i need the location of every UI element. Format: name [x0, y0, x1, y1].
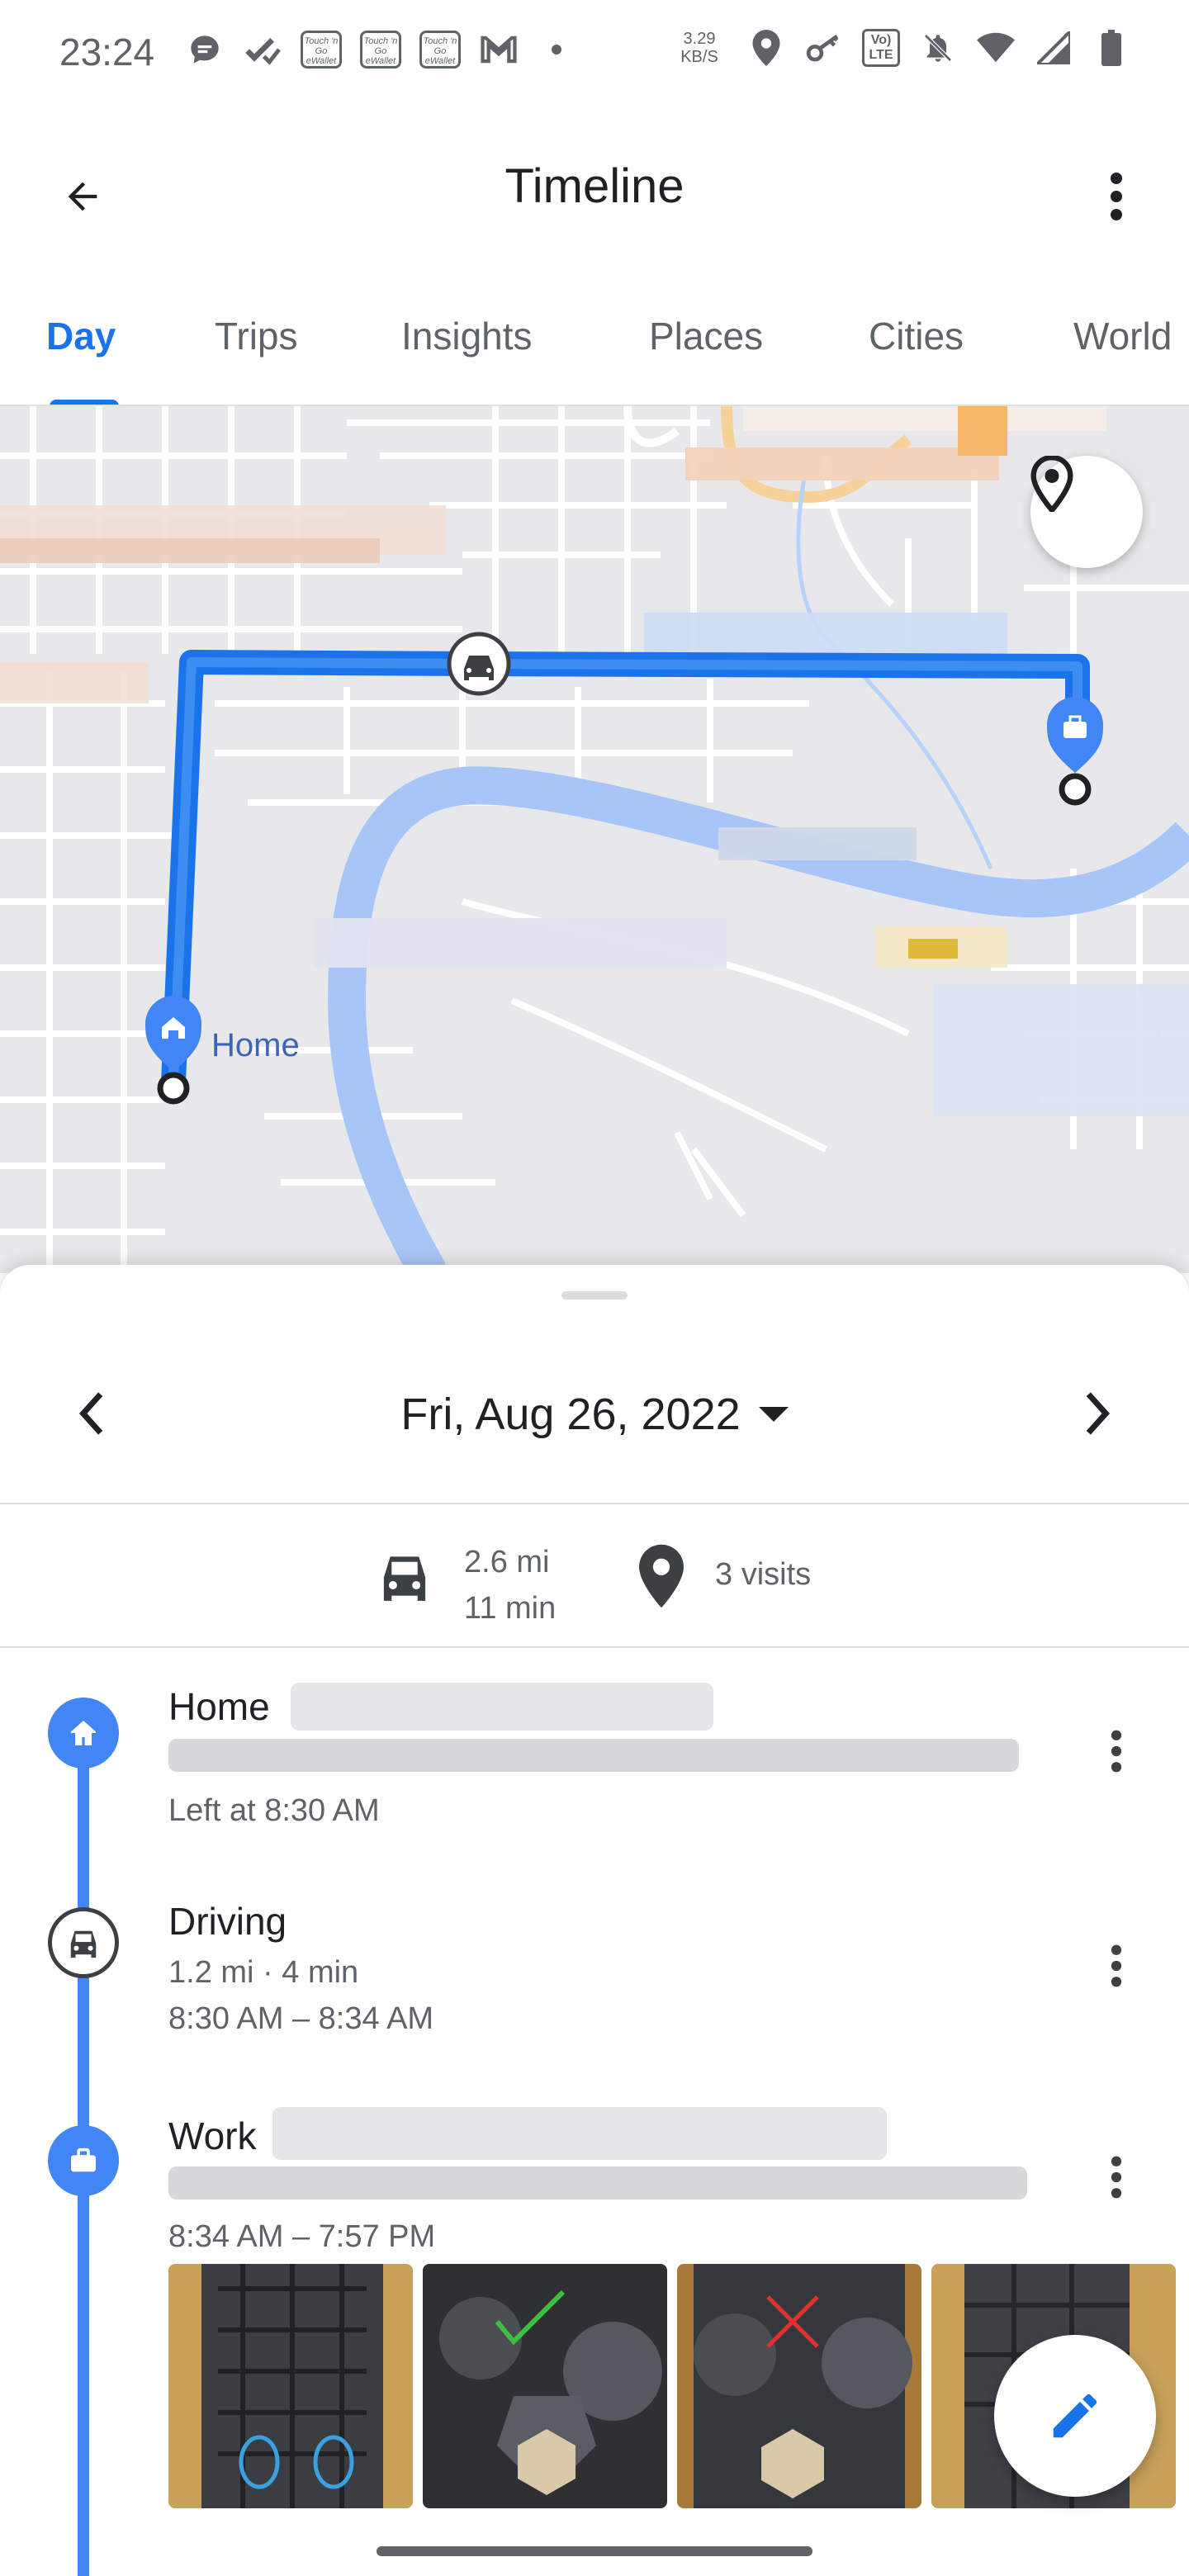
entry-title: Driving [168, 1900, 287, 1943]
gmail-icon [479, 30, 519, 69]
entry-distance-duration: 1.2 mi · 4 min [168, 1955, 359, 1990]
dot-icon [537, 30, 576, 69]
chevron-right-icon [1086, 1392, 1111, 1435]
location-icon [746, 28, 786, 68]
visits-count: 3 visits [715, 1557, 812, 1592]
tab-cities[interactable]: Cities [869, 314, 964, 358]
dropdown-arrow-icon [758, 1406, 789, 1422]
map-locations-button[interactable] [1030, 456, 1143, 568]
tab-world[interactable]: World [1073, 314, 1172, 358]
touchngo-icon: Touch 'n Go eWallet [360, 31, 401, 69]
map-home-label: Home [211, 1027, 300, 1063]
network-speed: 3.29 KB/S [680, 30, 718, 66]
more-vert-icon [1111, 1944, 1122, 1987]
redacted-address [168, 1739, 1019, 1772]
notification-icons: Touch 'n Go eWallet Touch 'n Go eWallet … [185, 30, 576, 69]
entry-title: Work [168, 2114, 257, 2157]
status-bar: 23:24 Touch 'n Go eWallet Touch 'n Go eW… [0, 0, 1189, 99]
wifi-icon [976, 28, 1016, 68]
key-icon [804, 28, 844, 68]
redacted-address [168, 2166, 1027, 2200]
more-options-button[interactable] [1077, 157, 1156, 236]
more-vert-icon [1111, 1730, 1122, 1773]
photo-thumbnail[interactable] [168, 2264, 413, 2508]
current-date: Fri, Aug 26, 2022 [400, 1390, 741, 1439]
distance-duration: 2.6 mi 11 min [464, 1545, 557, 1626]
lte-icon: Vo) LTE [862, 29, 900, 67]
photo-thumbnail[interactable] [423, 2264, 667, 2508]
entry-more-button[interactable] [1092, 1714, 1141, 1788]
car-icon [48, 1907, 119, 1978]
active-tab-indicator [50, 400, 119, 405]
entry-time-range: 8:30 AM – 8:34 AM [168, 2001, 434, 2036]
briefcase-icon [48, 2125, 119, 2196]
map-canvas [0, 406, 1189, 1273]
tab-day[interactable]: Day [46, 314, 116, 358]
tab-bar: Day Trips Insights Places Cities World [0, 281, 1189, 406]
page-title: Timeline [504, 159, 685, 213]
timeline-entry-home[interactable]: Home Left at 8:30 AM [0, 1648, 1189, 1863]
gesture-nav-bar[interactable] [377, 2546, 812, 2556]
car-icon [373, 1549, 436, 1608]
status-time: 23:24 [59, 31, 155, 73]
entry-more-button[interactable] [1092, 1929, 1141, 2003]
touchngo-icon: Touch 'n Go eWallet [301, 31, 342, 69]
entry-title: Home [168, 1685, 270, 1728]
edit-button[interactable] [994, 2335, 1156, 2497]
date-picker[interactable]: Fri, Aug 26, 2022 [0, 1389, 1189, 1440]
day-summary: 2.6 mi 11 min 3 visits [0, 1506, 1189, 1648]
entry-time-range: 8:34 AM – 7:57 PM [168, 2219, 436, 2254]
touchngo-icon: Touch 'n Go eWallet [419, 31, 461, 69]
tab-insights[interactable]: Insights [401, 314, 533, 358]
drag-handle[interactable] [561, 1291, 628, 1300]
timeline-entry-driving[interactable]: Driving 1.2 mi · 4 min 8:30 AM – 8:34 AM [0, 1863, 1189, 2077]
redacted-address [291, 1683, 713, 1731]
home-icon [48, 1698, 119, 1769]
entry-more-button[interactable] [1092, 2140, 1141, 2214]
redacted-address [272, 2107, 887, 2160]
tab-places[interactable]: Places [649, 314, 763, 358]
signal-icon [1034, 28, 1073, 68]
app-bar: Timeline [0, 99, 1189, 281]
tab-trips[interactable]: Trips [215, 314, 298, 358]
more-vert-icon [1111, 2156, 1122, 2199]
system-icons: 3.29 KB/S Vo) LTE [670, 28, 1131, 68]
next-day-button[interactable] [1065, 1380, 1131, 1447]
chat-bubble-icon [185, 30, 225, 69]
bell-off-icon [918, 28, 958, 68]
battery-icon [1092, 28, 1131, 68]
photo-thumbnail[interactable] [677, 2264, 921, 2508]
check-tools-icon [243, 30, 282, 69]
date-navigator: Fri, Aug 26, 2022 [0, 1339, 1189, 1504]
location-pin-icon [1030, 456, 1073, 512]
more-vert-icon [1111, 173, 1122, 220]
entry-subtitle: Left at 8:30 AM [168, 1793, 380, 1828]
place-icon [639, 1544, 684, 1612]
pencil-icon [1053, 2394, 1097, 2438]
map-view[interactable]: Home [0, 406, 1189, 1273]
